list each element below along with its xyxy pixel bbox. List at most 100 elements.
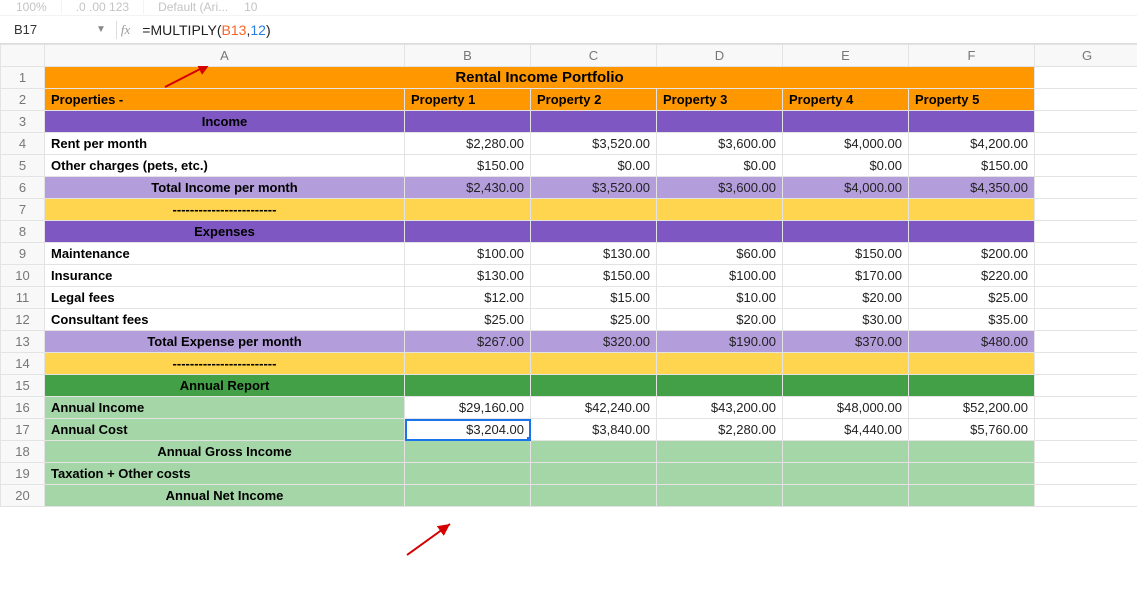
row-label[interactable]: Taxation + Other costs xyxy=(45,463,405,485)
section-header-income[interactable]: Income xyxy=(45,111,405,133)
row-label[interactable]: Annual Net Income xyxy=(45,485,405,507)
cell[interactable]: $150.00 xyxy=(783,243,909,265)
cell[interactable] xyxy=(405,485,531,507)
table-row[interactable]: 4 Rent per month $2,280.00 $3,520.00 $3,… xyxy=(1,133,1137,155)
sheet-grid[interactable]: A B C D E F G 1 Rental Income Portfolio … xyxy=(0,44,1137,604)
table-row[interactable]: 15 Annual Report xyxy=(1,375,1137,397)
cell[interactable]: $150.00 xyxy=(909,155,1035,177)
cell[interactable] xyxy=(1035,67,1137,89)
cell[interactable] xyxy=(1035,177,1137,199)
cell[interactable]: $52,200.00 xyxy=(909,397,1035,419)
cell[interactable]: $3,840.00 xyxy=(531,419,657,441)
row-label[interactable]: Annual Gross Income xyxy=(45,441,405,463)
table-row[interactable]: 18 Annual Gross Income xyxy=(1,441,1137,463)
col-header[interactable]: G xyxy=(1035,45,1137,67)
cell[interactable]: $150.00 xyxy=(405,155,531,177)
cell[interactable] xyxy=(909,353,1035,375)
row-header[interactable]: 9 xyxy=(1,243,45,265)
row-label[interactable]: Annual Income xyxy=(45,397,405,419)
row-header[interactable]: 7 xyxy=(1,199,45,221)
row-header[interactable]: 5 xyxy=(1,155,45,177)
cell[interactable] xyxy=(1035,353,1137,375)
table-row[interactable]: 1 Rental Income Portfolio xyxy=(1,67,1137,89)
table-row[interactable]: 10 Insurance $130.00$150.00$100.00$170.0… xyxy=(1,265,1137,287)
prop-header[interactable]: Property 1 xyxy=(405,89,531,111)
cell[interactable]: $60.00 xyxy=(657,243,783,265)
row-header[interactable]: 20 xyxy=(1,485,45,507)
cell[interactable]: $150.00 xyxy=(531,265,657,287)
cell[interactable]: $130.00 xyxy=(531,243,657,265)
table-row[interactable]: 14 ------------------------ xyxy=(1,353,1137,375)
sheet-title[interactable]: Rental Income Portfolio xyxy=(45,67,1035,89)
cell[interactable] xyxy=(531,111,657,133)
cell[interactable] xyxy=(1035,441,1137,463)
select-all-corner[interactable] xyxy=(1,45,45,67)
cell[interactable] xyxy=(1035,419,1137,441)
cell[interactable] xyxy=(1035,155,1137,177)
cell[interactable]: $0.00 xyxy=(657,155,783,177)
cell[interactable]: $0.00 xyxy=(531,155,657,177)
col-header[interactable]: A xyxy=(45,45,405,67)
toolbar-fontsize[interactable]: 10 xyxy=(244,0,257,14)
table-row[interactable]: 17 Annual Cost $3,204.00 $3,840.00$2,280… xyxy=(1,419,1137,441)
cell[interactable] xyxy=(657,221,783,243)
toolbar-zoom[interactable]: 100% xyxy=(16,0,47,14)
cell[interactable] xyxy=(1035,463,1137,485)
cell[interactable] xyxy=(657,353,783,375)
cell[interactable] xyxy=(405,199,531,221)
table-row[interactable]: 8 Expenses xyxy=(1,221,1137,243)
prop-header[interactable]: Property 3 xyxy=(657,89,783,111)
table-row[interactable]: 13 Total Expense per month $267.00$320.0… xyxy=(1,331,1137,353)
cell[interactable] xyxy=(1035,111,1137,133)
cell[interactable]: $480.00 xyxy=(909,331,1035,353)
row-header[interactable]: 17 xyxy=(1,419,45,441)
cell[interactable] xyxy=(657,485,783,507)
cell[interactable]: $170.00 xyxy=(783,265,909,287)
cell[interactable] xyxy=(783,441,909,463)
row-header[interactable]: 6 xyxy=(1,177,45,199)
cell[interactable] xyxy=(531,375,657,397)
cell[interactable]: $25.00 xyxy=(405,309,531,331)
cell[interactable]: $4,200.00 xyxy=(909,133,1035,155)
row-label[interactable]: Maintenance xyxy=(45,243,405,265)
cell[interactable] xyxy=(657,111,783,133)
table-row[interactable]: 16 Annual Income $29,160.00$42,240.00$43… xyxy=(1,397,1137,419)
cell[interactable] xyxy=(783,463,909,485)
cell[interactable] xyxy=(405,375,531,397)
props-label[interactable]: Properties - xyxy=(45,89,405,111)
row-label[interactable]: Consultant fees xyxy=(45,309,405,331)
row-label[interactable]: Insurance xyxy=(45,265,405,287)
cell[interactable] xyxy=(405,441,531,463)
cell[interactable] xyxy=(1035,331,1137,353)
col-header[interactable]: B xyxy=(405,45,531,67)
cell[interactable]: $4,440.00 xyxy=(783,419,909,441)
cell[interactable] xyxy=(783,375,909,397)
row-header[interactable]: 19 xyxy=(1,463,45,485)
cell[interactable] xyxy=(909,485,1035,507)
cell[interactable]: $29,160.00 xyxy=(405,397,531,419)
cell[interactable] xyxy=(1035,221,1137,243)
cell[interactable]: $20.00 xyxy=(657,309,783,331)
cell[interactable]: $3,520.00 xyxy=(531,133,657,155)
cell[interactable] xyxy=(909,375,1035,397)
cell[interactable]: $190.00 xyxy=(657,331,783,353)
cell[interactable]: $320.00 xyxy=(531,331,657,353)
cell[interactable]: $43,200.00 xyxy=(657,397,783,419)
table-row[interactable]: 11 Legal fees $12.00$15.00$10.00$20.00$2… xyxy=(1,287,1137,309)
col-header[interactable]: F xyxy=(909,45,1035,67)
toolbar-numfmt[interactable]: .0 .00 123 xyxy=(76,0,129,14)
cell[interactable]: $100.00 xyxy=(405,243,531,265)
cell[interactable]: $0.00 xyxy=(783,155,909,177)
cell[interactable]: $42,240.00 xyxy=(531,397,657,419)
name-box-dropdown-icon[interactable]: ▼ xyxy=(96,24,106,35)
cell[interactable] xyxy=(1035,89,1137,111)
cell[interactable] xyxy=(909,221,1035,243)
cell[interactable] xyxy=(531,199,657,221)
row-label[interactable]: Rent per month xyxy=(45,133,405,155)
col-header[interactable]: C xyxy=(531,45,657,67)
cell[interactable]: $2,280.00 xyxy=(657,419,783,441)
cell[interactable] xyxy=(1035,199,1137,221)
row-header[interactable]: 8 xyxy=(1,221,45,243)
cell[interactable] xyxy=(909,111,1035,133)
table-row[interactable]: 12 Consultant fees $25.00$25.00$20.00$30… xyxy=(1,309,1137,331)
